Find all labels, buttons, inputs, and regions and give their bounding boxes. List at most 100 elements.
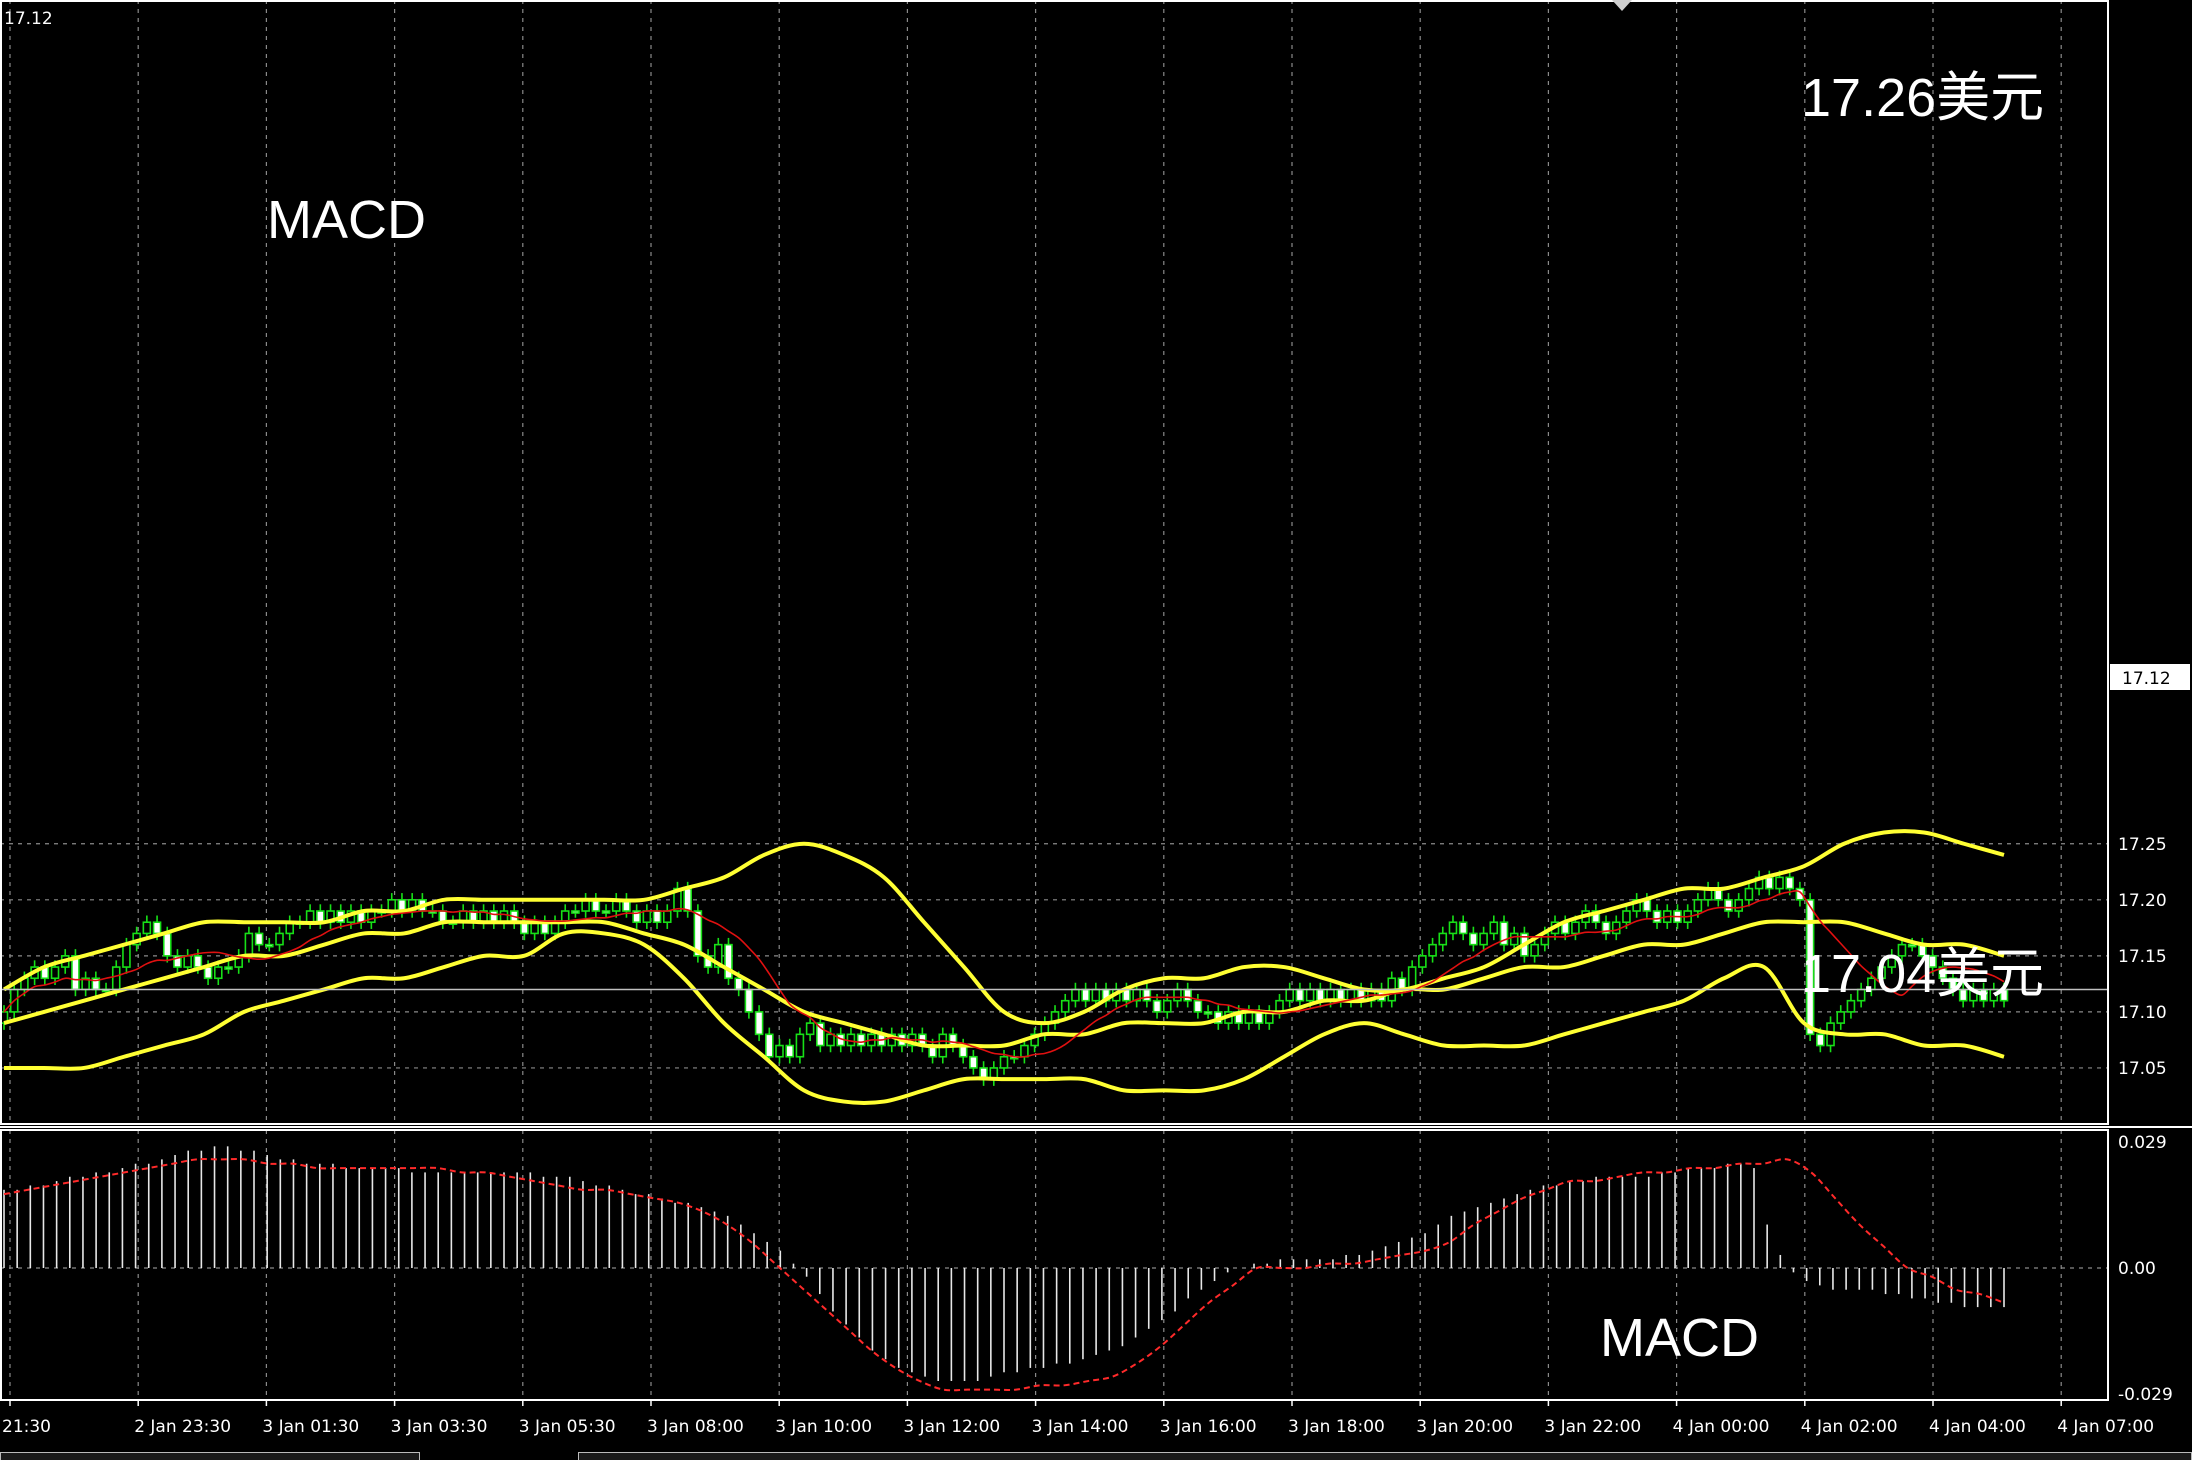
candle-body-bear	[71, 955, 80, 991]
candle	[1142, 982, 1152, 1008]
candle	[479, 904, 488, 929]
candle-body-bull	[1173, 988, 1182, 1002]
candle-body-bull	[1489, 921, 1499, 935]
price-chart: 17.25 17.20 17.15 17.10 17.05 0.029 0.00 -0.029…	[0, 0, 2192, 1437]
candle-body-bull	[50, 966, 60, 980]
price-tick-label: 17.20	[2118, 891, 2167, 911]
candle	[989, 1061, 999, 1086]
price-tick-label: 17.10	[2118, 1003, 2167, 1023]
candle-body-bear	[1816, 1033, 1825, 1047]
time-tick-label: 4 Jan 04:00	[1929, 1417, 2026, 1437]
candle-body-bull	[1091, 988, 1101, 1002]
time-axis: 21:30 2 Jan 23:30 3 Jan 01:30 3 Jan 03:30 3 …	[2, 1400, 2154, 1437]
candle-body-bear	[203, 966, 213, 980]
candle	[611, 893, 621, 918]
candle-body-bear	[1152, 999, 1162, 1013]
candle	[499, 904, 509, 929]
candle-body-bull	[213, 966, 223, 980]
candle-body-bear	[785, 1044, 795, 1058]
candle	[1632, 893, 1641, 918]
candle	[234, 949, 243, 974]
instrument-price-label: 17.12	[4, 9, 53, 29]
candle	[1173, 982, 1182, 1008]
candle	[305, 904, 315, 929]
candle	[1438, 926, 1448, 952]
candle	[887, 1027, 897, 1053]
time-tick-label: 3 Jan 20:00	[1416, 1417, 1513, 1437]
candle	[1744, 881, 1754, 907]
candle	[775, 1038, 784, 1064]
candle	[652, 904, 662, 929]
candle	[1652, 904, 1662, 929]
candle	[285, 915, 295, 941]
candle	[754, 1005, 764, 1042]
candle	[1101, 982, 1111, 1008]
time-tick-label: 4 Jan 00:00	[1673, 1417, 1770, 1437]
candle	[356, 904, 366, 929]
macd-grid	[0, 1130, 2108, 1400]
candle	[1703, 881, 1713, 907]
candle	[571, 904, 580, 918]
bottom-tab-left[interactable]	[0, 1452, 420, 1460]
candle	[1071, 982, 1080, 1008]
bollinger-middle-band	[3, 919, 2005, 1049]
candle	[1754, 870, 1764, 896]
candle-body-bear	[152, 921, 162, 935]
candle-body-bull	[1438, 932, 1448, 946]
candle-body-bull	[367, 910, 376, 924]
candle	[1734, 893, 1743, 918]
candle-body-bear	[1785, 876, 1795, 890]
time-tick-label: 3 Jan 16:00	[1160, 1417, 1257, 1437]
candle	[632, 904, 641, 929]
chart-shift-marker-icon[interactable]	[1612, 0, 1632, 11]
candle-body-bull	[1775, 876, 1784, 890]
candle	[856, 1027, 866, 1053]
candle	[407, 893, 417, 918]
candle-body-bear	[1203, 1011, 1213, 1015]
candle-body-bear	[734, 977, 743, 991]
candle	[1418, 949, 1427, 974]
candle	[1591, 904, 1601, 929]
candle	[1203, 1005, 1213, 1019]
candle	[91, 971, 101, 997]
candle-body-bear	[1765, 876, 1774, 890]
candle-body-bull	[805, 1022, 815, 1036]
candle-body-bear	[744, 988, 754, 1013]
candle	[1050, 1005, 1060, 1030]
candle-body-bull	[775, 1044, 784, 1058]
candle-body-bear	[162, 932, 172, 957]
candle-body-bull	[1418, 955, 1427, 968]
candle	[724, 937, 733, 985]
candle-body-bull	[1285, 988, 1295, 1002]
candle	[1295, 982, 1305, 1008]
candle	[81, 971, 90, 997]
candle	[591, 893, 601, 918]
time-tick-label: 3 Jan 14:00	[1032, 1417, 1129, 1437]
candle	[540, 915, 550, 941]
candle-body-bear	[601, 910, 611, 914]
candle	[224, 960, 233, 974]
main-grid	[0, 0, 2108, 1124]
candle-body-bull	[111, 966, 121, 991]
candle	[1040, 1016, 1050, 1042]
candle	[703, 949, 713, 974]
candle	[1499, 915, 1509, 952]
candle-body-bull	[1060, 999, 1070, 1013]
candle-body-bear	[969, 1055, 978, 1069]
time-tick-label: 21:30	[2, 1417, 51, 1437]
candle	[254, 926, 264, 952]
candle-body-bull	[662, 910, 672, 924]
candle	[662, 904, 672, 929]
candle	[713, 937, 723, 974]
candle-body-bear	[1295, 988, 1305, 1002]
time-tick-label: 3 Jan 12:00	[903, 1417, 1000, 1437]
bottom-tab-right[interactable]	[578, 1452, 2192, 1460]
candle-body-bear	[224, 966, 233, 970]
candle	[489, 904, 499, 929]
annotation-macd-top: MACD	[267, 190, 426, 250]
candle-body-bear	[254, 932, 264, 946]
candle-body-bull	[1836, 1011, 1846, 1024]
candle-body-bull	[1734, 898, 1743, 912]
candle-body-bear	[683, 887, 692, 912]
time-tick-label: 4 Jan 02:00	[1801, 1417, 1898, 1437]
